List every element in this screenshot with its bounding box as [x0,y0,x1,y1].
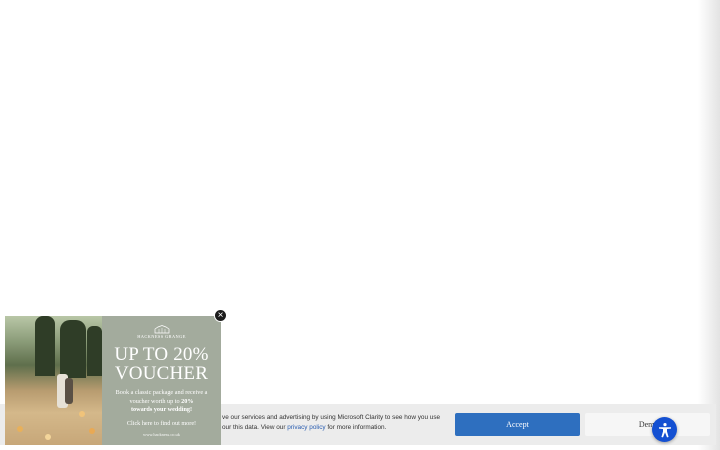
popup-content[interactable]: HACKNESS GRANGE UP TO 20% VOUCHER Book a… [102,316,221,445]
estate-logo-icon [154,325,170,334]
body-percent: 20% [181,397,194,405]
accessibility-button[interactable] [652,417,677,442]
close-icon: × [217,310,224,321]
body-emphasis: towards your wedding! [130,406,193,413]
privacy-policy-link[interactable]: privacy policy [287,424,325,431]
popup-headline: UP TO 20% VOUCHER [102,345,221,383]
popup-close-button[interactable]: × [214,309,227,322]
accessibility-icon [658,422,671,437]
wedding-photo [5,316,102,445]
voucher-popup[interactable]: HACKNESS GRANGE UP TO 20% VOUCHER Book a… [5,309,227,445]
cookie-banner-text: ve our services and advertising by using… [222,413,447,432]
headline-line-2: VOUCHER [114,363,209,384]
body-text: Book a classic package and receive a vou… [115,389,208,405]
brand-name: HACKNESS GRANGE [137,334,186,339]
page-edge-shadow [698,0,720,450]
popup-cta-link[interactable]: Click here to find out more! [102,420,221,427]
cookie-text-end: for more information. [325,423,387,431]
deny-button[interactable]: Deny [585,413,710,436]
headline-line-1: UP TO 20% [114,344,209,365]
popup-body: Book a classic package and receive a vou… [112,389,211,415]
popup-url: www.hackness.co.uk [143,432,180,437]
accept-button[interactable]: Accept [455,413,580,436]
